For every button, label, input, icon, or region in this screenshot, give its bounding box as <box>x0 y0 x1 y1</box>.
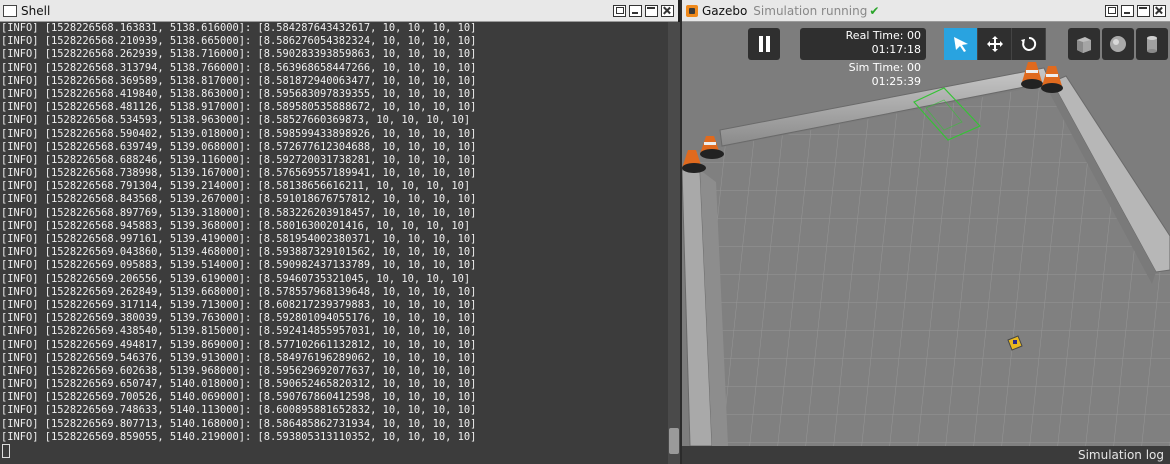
log-line: [INFO] [1528226569.262849, 5139.668000]:… <box>1 285 477 298</box>
restore-icon[interactable] <box>1105 4 1118 17</box>
box-shape-button[interactable] <box>1068 28 1100 60</box>
real-time-label: Real Time: 00 <box>845 29 921 42</box>
shell-cursor[interactable] <box>2 444 10 458</box>
gazebo-toolbar: Real Time: 00 01:17:18 Sim Time: 00 01:2… <box>682 28 1170 88</box>
log-line: [INFO] [1528226569.206556, 5139.619000]:… <box>1 272 471 285</box>
arrow-cursor-icon <box>954 37 968 52</box>
select-tool-button[interactable] <box>944 28 978 60</box>
log-line: [INFO] [1528226569.095883, 5139.514000]:… <box>1 259 477 272</box>
shell-output[interactable]: [INFO] [1528226568.163831, 5138.616000]:… <box>0 22 668 442</box>
gazebo-window: Gazebo Simulation running ✔ Real Time: 0… <box>682 0 1170 464</box>
log-line: [INFO] [1528226568.534593, 5138.963000]:… <box>1 114 471 127</box>
traffic-cone-right-1[interactable] <box>1021 62 1043 89</box>
minimize-icon[interactable] <box>629 4 642 17</box>
log-line: [INFO] [1528226569.650747, 5140.018000]:… <box>1 378 477 391</box>
close-icon[interactable] <box>1153 4 1166 17</box>
sim-time-label: Sim Time: 00 <box>848 61 921 74</box>
close-icon[interactable] <box>661 4 674 17</box>
log-line: [INFO] [1528226568.843568, 5139.267000]:… <box>1 193 477 206</box>
sphere-icon <box>1110 36 1126 52</box>
sim-time-value: 01:25:39 <box>871 75 921 88</box>
cylinder-shape-button[interactable] <box>1136 28 1168 60</box>
maximize-icon[interactable] <box>645 4 658 17</box>
log-line: [INFO] [1528226568.163831, 5138.616000]:… <box>1 22 477 34</box>
restore-icon[interactable] <box>613 4 626 17</box>
log-line: [INFO] [1528226569.494817, 5139.869000]:… <box>1 338 477 351</box>
log-line: [INFO] [1528226568.313794, 5138.766000]:… <box>1 61 477 74</box>
log-line: [INFO] [1528226568.639749, 5139.068000]:… <box>1 140 477 153</box>
log-line: [INFO] [1528226569.438540, 5139.815000]:… <box>1 325 477 338</box>
log-line: [INFO] [1528226568.945883, 5139.368000]:… <box>1 219 471 232</box>
shell-window: Shell [INFO] [1528226568.163831, 5138.61… <box>0 0 680 464</box>
scrollbar-thumb[interactable] <box>669 428 679 454</box>
log-line: [INFO] [1528226569.859055, 5140.219000]:… <box>1 430 477 442</box>
simulation-log-link[interactable]: Simulation log <box>1078 448 1164 462</box>
pause-button[interactable] <box>748 28 780 60</box>
log-line: [INFO] [1528226569.546376, 5139.913000]:… <box>1 351 477 364</box>
translate-tool-button[interactable] <box>978 28 1012 60</box>
terminal-icon <box>3 4 17 17</box>
shell-title: Shell <box>21 3 51 18</box>
check-icon: ✔ <box>869 3 880 18</box>
real-time-value: 01:17:18 <box>871 43 921 56</box>
log-line: [INFO] [1528226569.043860, 5139.468000]:… <box>1 246 477 259</box>
log-line: [INFO] [1528226568.419840, 5138.863000]:… <box>1 87 477 100</box>
log-line: [INFO] [1528226569.748633, 5140.113000]:… <box>1 404 477 417</box>
shape-tools <box>1068 28 1168 60</box>
rotate-tool-button[interactable] <box>1012 28 1046 60</box>
log-line: [INFO] [1528226569.700526, 5140.069000]:… <box>1 391 477 404</box>
gazebo-logo-icon <box>686 4 698 17</box>
shell-titlebar[interactable]: Shell <box>0 0 678 22</box>
log-line: [INFO] [1528226568.791304, 5139.214000]:… <box>1 180 471 193</box>
log-line: [INFO] [1528226568.369589, 5138.817000]:… <box>1 74 477 87</box>
cube-icon <box>1077 37 1091 53</box>
sphere-shape-button[interactable] <box>1102 28 1134 60</box>
log-line: [INFO] [1528226569.807713, 5140.168000]:… <box>1 417 477 430</box>
log-line: [INFO] [1528226568.210939, 5138.665000]:… <box>1 35 477 48</box>
time-panel: Real Time: 00 01:17:18 <box>800 28 926 60</box>
move-icon <box>987 36 1003 52</box>
log-line: [INFO] [1528226568.997161, 5139.419000]:… <box>1 233 477 245</box>
simulation-viewport[interactable] <box>682 22 1170 446</box>
log-line: [INFO] [1528226569.380039, 5139.763000]:… <box>1 312 477 325</box>
log-line: [INFO] [1528226568.590402, 5139.018000]:… <box>1 127 477 140</box>
log-line: [INFO] [1528226569.317114, 5139.713000]:… <box>1 298 477 311</box>
minimize-icon[interactable] <box>1121 4 1134 17</box>
log-line: [INFO] [1528226568.481126, 5138.917000]:… <box>1 101 477 114</box>
gazebo-titlebar[interactable]: Gazebo Simulation running ✔ <box>682 0 1170 22</box>
log-line: [INFO] [1528226569.602638, 5139.968000]:… <box>1 364 477 377</box>
simulation-status: Simulation running <box>753 3 868 18</box>
cylinder-icon <box>1147 36 1157 53</box>
maximize-icon[interactable] <box>1137 4 1150 17</box>
rotate-icon <box>1021 36 1037 51</box>
log-line: [INFO] [1528226568.897769, 5139.318000]:… <box>1 206 477 219</box>
log-line: [INFO] [1528226568.262939, 5138.716000]:… <box>1 48 477 61</box>
gazebo-statusbar: Simulation log <box>682 446 1170 464</box>
manipulation-tools <box>944 28 1046 60</box>
log-line: [INFO] [1528226568.688246, 5139.116000]:… <box>1 153 477 166</box>
gazebo-title: Gazebo <box>702 3 748 18</box>
shell-scrollbar[interactable] <box>668 22 680 464</box>
log-line: [INFO] [1528226568.738998, 5139.167000]:… <box>1 167 477 180</box>
